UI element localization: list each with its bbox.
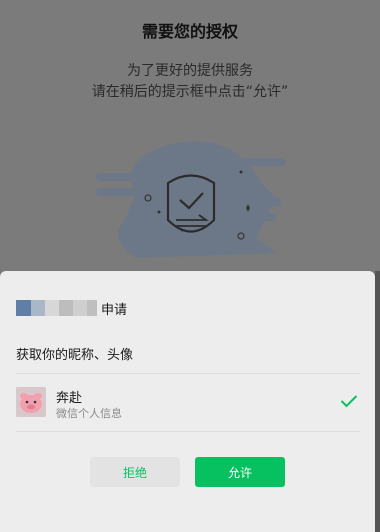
scope-description: 获取你的昵称、头像: [16, 348, 134, 363]
authorization-sheet: 申请 获取你的昵称、头像 奔赴 微信个人信息 拒绝 允许: [0, 271, 375, 532]
reject-button[interactable]: 拒绝: [90, 457, 180, 487]
account-name: 奔赴: [56, 391, 83, 406]
checkmark-icon: [340, 395, 358, 408]
blurred-app-icon: [16, 300, 97, 316]
divider: [16, 373, 360, 374]
account-description: 微信个人信息: [56, 407, 122, 420]
request-label: 申请: [101, 302, 128, 318]
divider: [16, 431, 360, 432]
pink-avatar-icon: [16, 387, 46, 417]
intro-line-1: 为了更好的提供服务: [127, 63, 253, 79]
allow-button[interactable]: 允许: [195, 457, 285, 487]
shield-check-icon: [96, 141, 286, 258]
requesting-app: 申请: [16, 298, 127, 318]
page-title: 需要您的授权: [141, 22, 238, 41]
intro-line-2: 请在稍后的提示框中点击“允许”: [91, 84, 289, 100]
window-edge: [375, 271, 380, 532]
account-option[interactable]: 奔赴 微信个人信息: [16, 387, 360, 420]
